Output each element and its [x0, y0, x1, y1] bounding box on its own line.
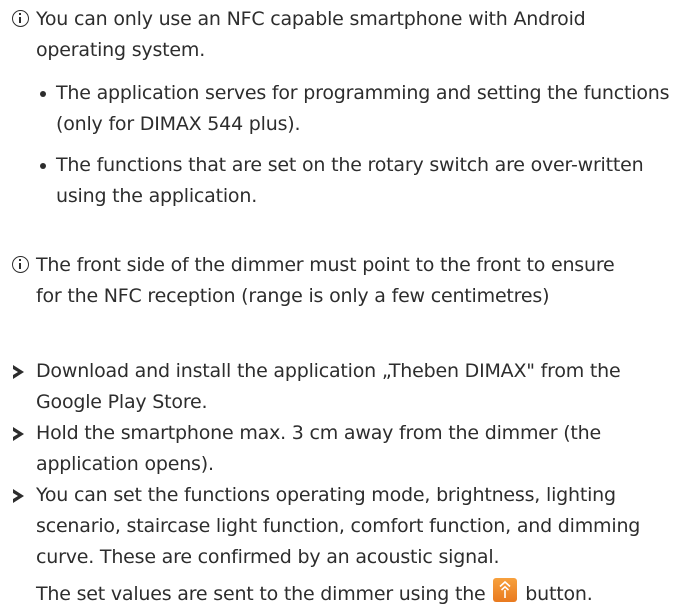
arrow-right-icon — [13, 489, 24, 503]
note-text: The front side of the dimmer must point … — [36, 254, 615, 307]
list-item: The functions that are set on the rotary… — [0, 150, 681, 212]
steps-block: Download and install the application „Th… — [0, 356, 681, 573]
arrow-right-icon — [13, 427, 24, 441]
info-icon — [12, 10, 29, 27]
send-text-before: The set values are sent to the dimmer us… — [36, 583, 486, 605]
step-item: You can set the functions operating mode… — [0, 480, 681, 573]
step-text: Hold the smartphone max. 3 cm away from … — [36, 422, 601, 475]
note-dimmer-orientation: The front side of the dimmer must point … — [0, 250, 630, 312]
note-block-1: You can only use an NFC capable smartpho… — [0, 4, 681, 66]
bullet-dot-icon — [40, 163, 46, 169]
note-nfc-requirement: You can only use an NFC capable smartpho… — [0, 4, 681, 66]
step-item: Download and install the application „Th… — [0, 356, 681, 418]
bullet-text: The application serves for programming a… — [56, 82, 670, 135]
arrow-right-icon — [13, 365, 24, 379]
info-icon — [12, 256, 29, 273]
note-text: You can only use an NFC capable smartpho… — [36, 8, 586, 61]
list-item: The application serves for programming a… — [0, 78, 681, 140]
bullet-list: The application serves for programming a… — [0, 78, 681, 212]
step-item: Hold the smartphone max. 3 cm away from … — [0, 418, 681, 480]
bullet-block: The application serves for programming a… — [0, 78, 681, 212]
step-text: Download and install the application „Th… — [36, 360, 621, 413]
bullet-dot-icon — [40, 91, 46, 97]
send-block: The set values are sent to the dimmer us… — [0, 578, 681, 610]
bullet-text: The functions that are set on the rotary… — [56, 154, 644, 207]
send-instruction: The set values are sent to the dimmer us… — [0, 578, 681, 610]
note-block-2: The front side of the dimmer must point … — [0, 250, 681, 312]
send-icon — [493, 578, 518, 602]
instruction-page: You can only use an NFC capable smartpho… — [0, 0, 681, 611]
send-text-after: button. — [525, 583, 593, 605]
step-text: You can set the functions operating mode… — [36, 484, 641, 568]
